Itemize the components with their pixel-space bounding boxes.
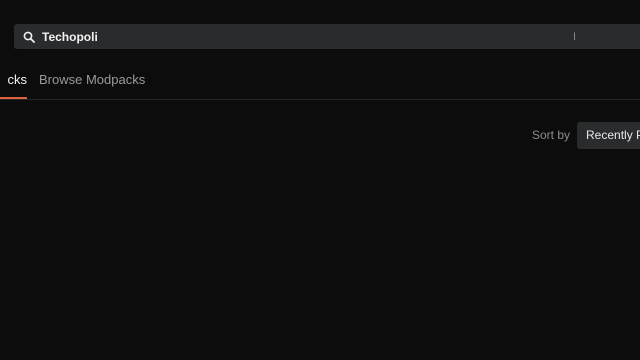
tab-browse-modpacks[interactable]: Browse Modpacks [39, 62, 145, 98]
sort-selected-value: Recently P [586, 128, 640, 142]
tab-my-modpacks-label: cks [7, 72, 28, 87]
tab-bar: cks Browse Modpacks [0, 62, 640, 100]
sort-label: Sort by [532, 128, 571, 142]
search-input[interactable] [42, 26, 640, 47]
mouse-text-cursor-icon: I [573, 31, 577, 43]
tab-my-modpacks[interactable]: cks [0, 62, 28, 98]
tab-browse-modpacks-label: Browse Modpacks [39, 72, 146, 87]
search-bar[interactable] [14, 24, 640, 49]
app-window: I cks Browse Modpacks Sort by Recently P [0, 0, 640, 360]
active-tab-indicator [0, 97, 27, 99]
sort-dropdown[interactable]: Recently P [577, 122, 640, 149]
search-icon [23, 31, 35, 43]
